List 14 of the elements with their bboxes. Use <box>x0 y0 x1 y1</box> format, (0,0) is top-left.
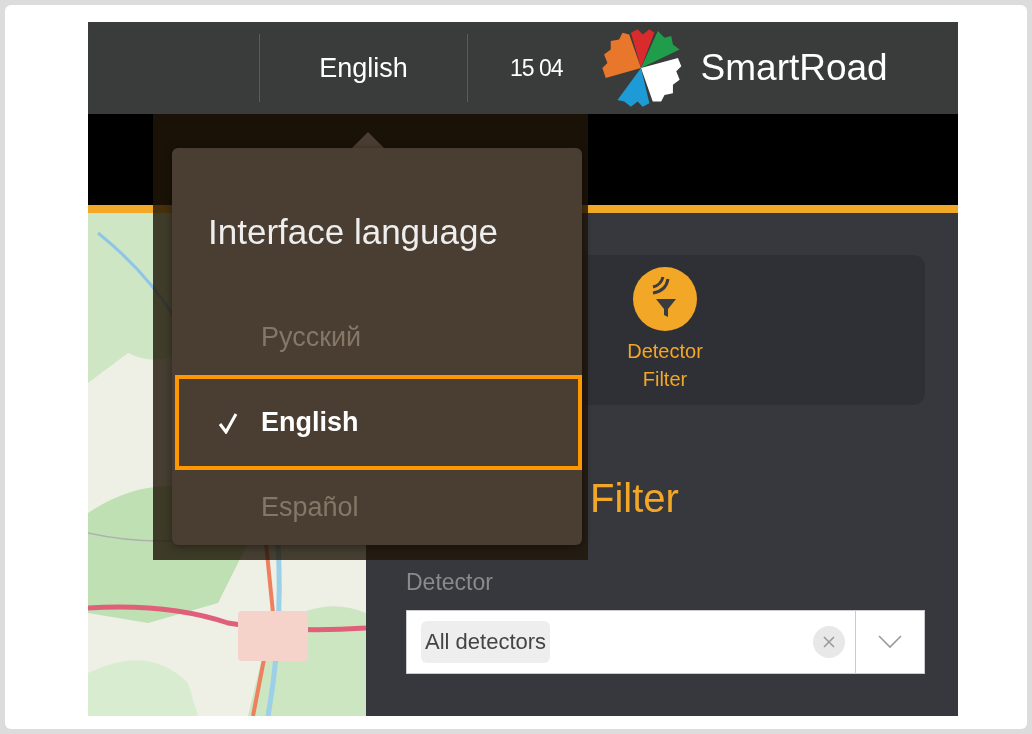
clear-icon[interactable] <box>813 626 845 658</box>
selected-chip: All detectors <box>421 621 551 663</box>
filter-icon <box>633 267 697 331</box>
check-icon <box>218 411 238 434</box>
field-label: Detector <box>406 569 493 596</box>
section-title: Filter <box>590 475 680 521</box>
detector-select[interactable]: All detectors <box>406 610 925 674</box>
menu-title: Interface language <box>207 211 499 252</box>
detector-filter-tool[interactable]: Detector Filter <box>605 267 725 393</box>
chevron-down-icon[interactable] <box>878 635 902 649</box>
app-name: SmartRoad <box>700 47 888 89</box>
language-switch[interactable]: English <box>260 52 467 84</box>
clock: 15 04 <box>510 54 563 82</box>
language-option[interactable]: English <box>175 375 582 470</box>
